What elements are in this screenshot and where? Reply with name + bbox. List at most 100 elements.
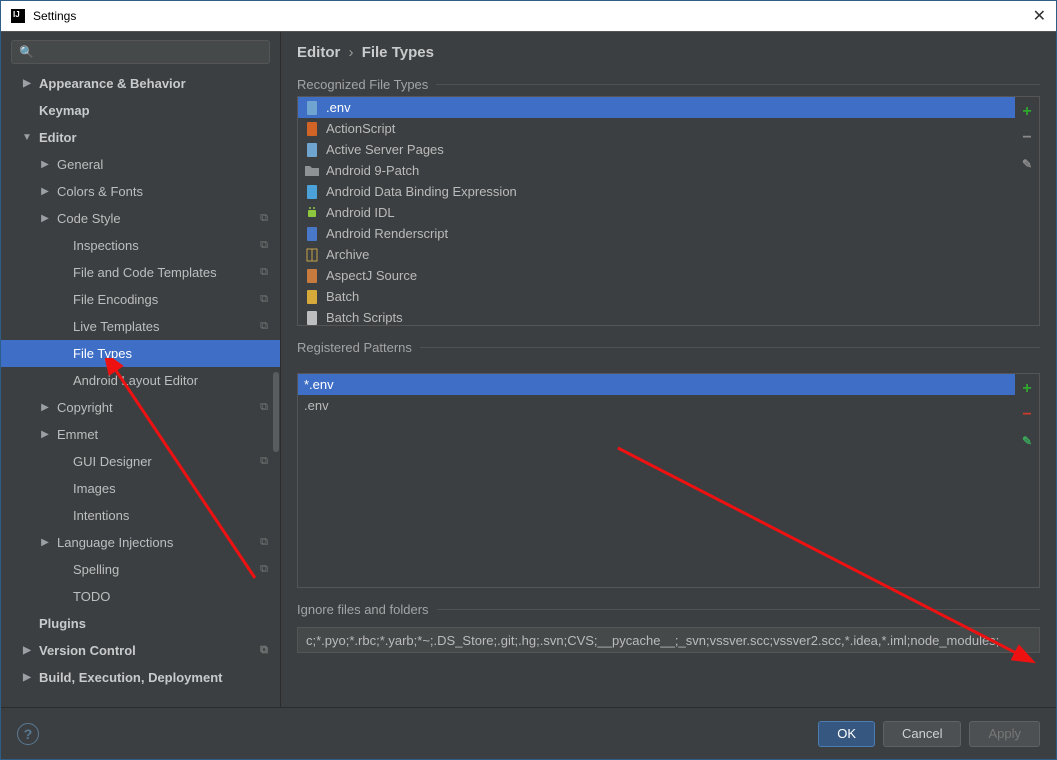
sidebar-item-todo[interactable]: TODO — [1, 583, 280, 610]
archive-icon — [304, 247, 320, 263]
project-scope-icon: ⧉ — [260, 644, 268, 657]
pattern-row[interactable]: *.env — [298, 374, 1015, 395]
chevron-right-icon[interactable] — [39, 429, 51, 440]
edit-button[interactable]: ✎ — [1018, 155, 1036, 173]
pattern-row[interactable]: .env — [298, 395, 1015, 416]
as-icon — [304, 121, 320, 137]
file-type-row[interactable]: Batch — [298, 286, 1015, 307]
sidebar-item-android-layout-editor[interactable]: Android Layout Editor — [1, 367, 280, 394]
sidebar-item-colors-fonts[interactable]: Colors & Fonts — [1, 178, 280, 205]
file-type-row[interactable]: Android 9-Patch — [298, 160, 1015, 181]
sidebar-item-label: Language Injections — [57, 535, 173, 550]
sidebar-item-label: Android Layout Editor — [73, 373, 198, 388]
add-button[interactable]: + — [1018, 380, 1036, 398]
chevron-down-icon[interactable] — [21, 132, 33, 143]
sidebar-item-label: File and Code Templates — [73, 265, 217, 280]
sidebar-item-keymap[interactable]: Keymap — [1, 97, 280, 124]
apply-button[interactable]: Apply — [969, 721, 1040, 747]
file-type-row[interactable]: Android Data Binding Expression — [298, 181, 1015, 202]
sidebar-item-appearance-behavior[interactable]: Appearance & Behavior — [1, 70, 280, 97]
sidebar-item-plugins[interactable]: Plugins — [1, 610, 280, 637]
sidebar-item-live-templates[interactable]: Live Templates⧉ — [1, 313, 280, 340]
search-icon: 🔍 — [19, 45, 34, 59]
file-type-row[interactable]: Batch Scripts — [298, 307, 1015, 325]
chevron-right-icon[interactable] — [39, 213, 51, 224]
file-type-row[interactable]: Archive — [298, 244, 1015, 265]
remove-button[interactable]: − — [1018, 129, 1036, 147]
sidebar-item-language-injections[interactable]: Language Injections⧉ — [1, 529, 280, 556]
sidebar-item-file-and-code-templates[interactable]: File and Code Templates ⧉ — [1, 259, 280, 286]
registered-patterns-list[interactable]: *.env .env — [298, 374, 1015, 587]
sidebar-item-build-execution-deployment[interactable]: Build, Execution, Deployment — [1, 664, 280, 691]
breadcrumb-part: Editor — [297, 44, 340, 61]
pattern-label: *.env — [304, 377, 334, 392]
recognized-file-types-panel: .envActionScriptActive Server PagesAndro… — [297, 96, 1040, 326]
sidebar-item-images[interactable]: Images — [1, 475, 280, 502]
sidebar-item-file-encodings[interactable]: File Encodings⧉ — [1, 286, 280, 313]
file-type-label: ActionScript — [326, 121, 395, 136]
edit-button[interactable]: ✎ — [1018, 432, 1036, 450]
sidebar-item-label: Images — [73, 481, 116, 496]
chevron-right-icon[interactable] — [39, 537, 51, 548]
file-type-row[interactable]: Active Server Pages — [298, 139, 1015, 160]
patterns-label: Registered Patterns — [297, 340, 1040, 355]
sidebar-item-intentions[interactable]: Intentions — [1, 502, 280, 529]
project-scope-icon: ⧉ — [260, 239, 268, 252]
ok-button[interactable]: OK — [818, 721, 875, 747]
sidebar-item-code-style[interactable]: Code Style⧉ — [1, 205, 280, 232]
sidebar-item-label: Keymap — [39, 103, 90, 118]
chevron-right-icon[interactable] — [39, 186, 51, 197]
sidebar-item-version-control[interactable]: Version Control⧉ — [1, 637, 280, 664]
sidebar-item-label: General — [57, 157, 103, 172]
file-type-row[interactable]: Android IDL — [298, 202, 1015, 223]
sidebar-item-copyright[interactable]: Copyright⧉ — [1, 394, 280, 421]
scrollbar[interactable] — [273, 372, 279, 452]
ignore-section: Ignore files and folders — [297, 602, 1040, 653]
sidebar-item-gui-designer[interactable]: GUI Designer⧉ — [1, 448, 280, 475]
file-type-label: Android Renderscript — [326, 226, 448, 241]
sidebar-item-general[interactable]: General — [1, 151, 280, 178]
sidebar-item-label: File Encodings — [73, 292, 158, 307]
file-type-label: AspectJ Source — [326, 268, 417, 283]
rs-icon — [304, 226, 320, 242]
sidebar-item-label: Intentions — [73, 508, 129, 523]
sidebar-item-emmet[interactable]: Emmet — [1, 421, 280, 448]
sidebar-item-spelling[interactable]: Spelling⧉ — [1, 556, 280, 583]
sidebar-item-label: Spelling — [73, 562, 119, 577]
sidebar-item-label: TODO — [73, 589, 110, 604]
recognized-file-types-list[interactable]: .envActionScriptActive Server PagesAndro… — [298, 97, 1015, 325]
settings-tree[interactable]: Appearance & Behavior Keymap Editor General… — [1, 70, 280, 707]
footer: ? OK Cancel Apply — [1, 707, 1056, 759]
chevron-right-icon[interactable] — [21, 645, 33, 656]
registered-patterns-panel: *.env .env + − ✎ — [297, 373, 1040, 588]
sidebar-item-label: Code Style — [57, 211, 121, 226]
sidebar-item-label: GUI Designer — [73, 454, 152, 469]
chevron-right-icon[interactable] — [21, 672, 33, 683]
sidebar-item-label: Emmet — [57, 427, 98, 442]
help-button[interactable]: ? — [17, 723, 39, 745]
file-icon — [304, 100, 320, 116]
chevron-right-icon[interactable] — [21, 78, 33, 89]
file-type-row[interactable]: .env — [298, 97, 1015, 118]
cancel-button[interactable]: Cancel — [883, 721, 961, 747]
file-type-row[interactable]: ActionScript — [298, 118, 1015, 139]
remove-button[interactable]: − — [1018, 406, 1036, 424]
close-icon[interactable]: ✕ — [1033, 6, 1046, 26]
project-scope-icon: ⧉ — [260, 266, 268, 279]
sidebar-item-editor[interactable]: Editor — [1, 124, 280, 151]
file-type-row[interactable]: Android Renderscript — [298, 223, 1015, 244]
add-button[interactable]: + — [1018, 103, 1036, 121]
chevron-right-icon[interactable] — [39, 402, 51, 413]
sidebar-item-file-types[interactable]: File Types — [1, 340, 280, 367]
search-input[interactable] — [11, 40, 270, 64]
sidebar-item-label: Inspections — [73, 238, 139, 253]
breadcrumb: Editor › File Types — [297, 44, 1040, 61]
file-type-row[interactable]: AspectJ Source — [298, 265, 1015, 286]
pattern-label: .env — [304, 398, 329, 413]
chevron-right-icon[interactable] — [39, 159, 51, 170]
ignore-files-input[interactable] — [297, 627, 1040, 653]
recognized-toolbar: + − ✎ — [1015, 97, 1039, 325]
android-icon — [304, 205, 320, 221]
sidebar: 🔍 Appearance & Behavior Keymap Editor Gener… — [1, 32, 281, 707]
sidebar-item-inspections[interactable]: Inspections ⧉ — [1, 232, 280, 259]
